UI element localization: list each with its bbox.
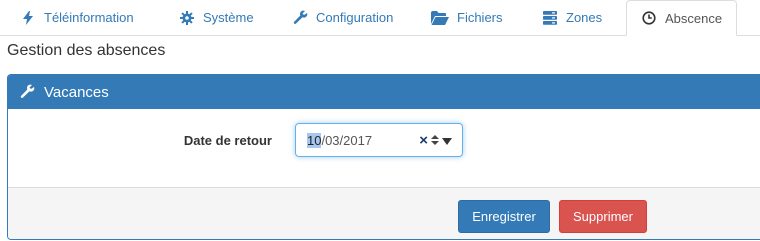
nav-tabs: Téléinformation Système Configuration Fi… xyxy=(0,0,760,36)
tab-label: Fichiers xyxy=(457,10,503,25)
date-label: Date de retour xyxy=(183,132,272,148)
wrench-icon xyxy=(20,84,36,100)
dropdown-arrow-icon[interactable] xyxy=(442,133,452,148)
tab-label: Zones xyxy=(566,10,603,25)
page-title: Gestion des absences xyxy=(7,42,166,59)
tab-teleinformation[interactable]: Téléinformation xyxy=(20,0,134,35)
folder-open-icon xyxy=(431,10,449,26)
tab-systeme[interactable]: Système xyxy=(179,0,254,35)
panel-footer: Enregistrer Supprimer xyxy=(8,187,760,239)
tab-label: Système xyxy=(203,10,254,25)
tab-zones[interactable]: Zones xyxy=(542,0,602,35)
tab-fichiers[interactable]: Fichiers xyxy=(431,0,503,35)
save-button[interactable]: Enregistrer xyxy=(458,200,550,233)
date-controls: × xyxy=(419,124,452,156)
date-day-segment[interactable]: 10 xyxy=(307,132,322,148)
tab-label: Téléinformation xyxy=(44,10,134,25)
spinner-icon[interactable] xyxy=(431,134,439,146)
lightning-icon xyxy=(20,10,36,26)
delete-button[interactable]: Supprimer xyxy=(559,200,647,233)
gear-icon xyxy=(179,10,195,26)
date-rest-segment[interactable]: /03/2017 xyxy=(321,133,372,148)
date-retour-input[interactable]: 10/03/2017 × xyxy=(295,123,463,157)
panel-title: Vacances xyxy=(44,83,109,101)
panel-heading: Vacances xyxy=(8,75,760,109)
date-retour-row: Date de retour 10/03/2017 × xyxy=(8,123,760,157)
clock-icon xyxy=(641,10,657,26)
tab-configuration[interactable]: Configuration xyxy=(292,0,393,35)
tab-abscence[interactable]: Abscence xyxy=(626,0,738,36)
wrench-icon xyxy=(292,10,308,26)
clear-icon[interactable]: × xyxy=(419,132,428,149)
vacances-panel: Vacances Date de retour 10/03/2017 × Enr… xyxy=(7,74,760,240)
tab-label: Abscence xyxy=(665,10,723,26)
server-icon xyxy=(542,10,558,26)
tab-label: Configuration xyxy=(316,10,394,25)
